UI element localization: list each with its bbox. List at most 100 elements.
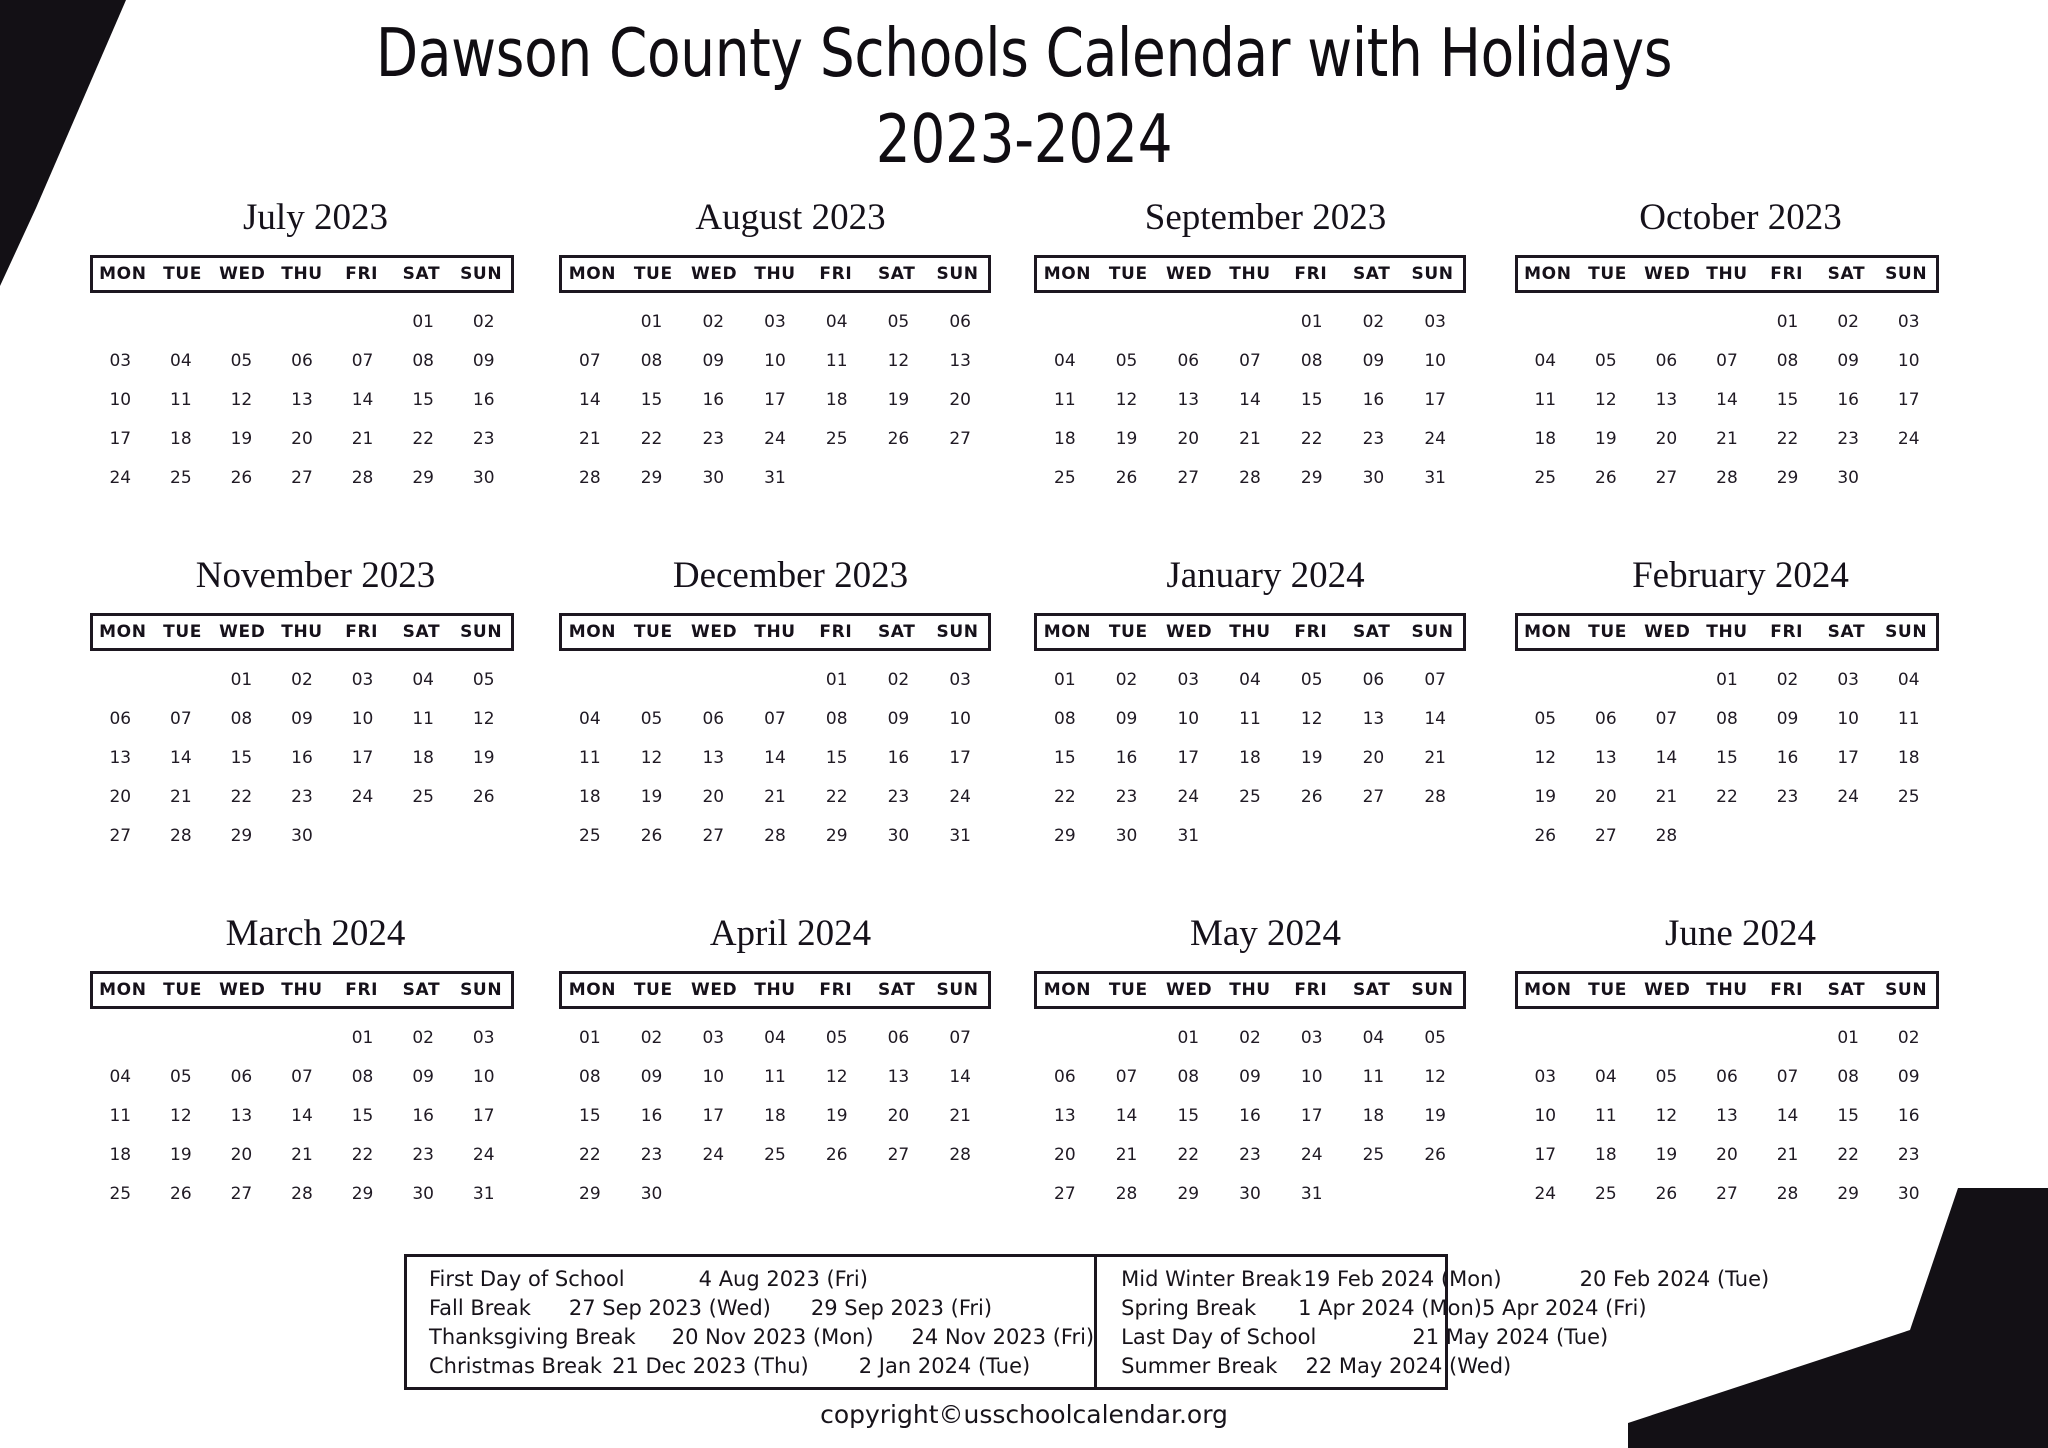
day-cell[interactable]: 08 bbox=[806, 700, 868, 739]
day-cell[interactable]: 08 bbox=[393, 342, 454, 381]
day-cell[interactable]: 27 bbox=[1343, 778, 1405, 817]
day-cell[interactable]: 30 bbox=[1878, 1175, 1939, 1214]
day-cell[interactable]: 19 bbox=[1636, 1136, 1697, 1175]
day-cell[interactable]: 07 bbox=[1697, 342, 1758, 381]
day-cell[interactable]: 20 bbox=[929, 381, 991, 420]
day-cell[interactable]: 09 bbox=[621, 1058, 683, 1097]
day-cell[interactable]: 20 bbox=[1157, 420, 1219, 459]
day-cell[interactable]: 12 bbox=[211, 381, 272, 420]
day-cell[interactable]: 23 bbox=[272, 778, 333, 817]
day-cell[interactable]: 23 bbox=[393, 1136, 454, 1175]
day-cell[interactable]: 27 bbox=[929, 420, 991, 459]
day-cell[interactable]: 18 bbox=[744, 1097, 806, 1136]
day-cell[interactable]: 12 bbox=[1576, 381, 1637, 420]
day-cell[interactable]: 06 bbox=[929, 303, 991, 342]
day-cell[interactable]: 16 bbox=[1219, 1097, 1281, 1136]
day-cell[interactable]: 12 bbox=[868, 342, 930, 381]
day-cell[interactable]: 04 bbox=[151, 342, 212, 381]
day-cell[interactable]: 21 bbox=[1757, 1136, 1818, 1175]
day-cell[interactable]: 12 bbox=[1404, 1058, 1466, 1097]
day-cell[interactable]: 28 bbox=[929, 1136, 991, 1175]
day-cell[interactable]: 18 bbox=[151, 420, 212, 459]
day-cell[interactable]: 29 bbox=[211, 817, 272, 856]
day-cell[interactable]: 09 bbox=[272, 700, 333, 739]
day-cell[interactable]: 12 bbox=[806, 1058, 868, 1097]
day-cell[interactable]: 28 bbox=[272, 1175, 333, 1214]
day-cell[interactable]: 02 bbox=[272, 661, 333, 700]
day-cell[interactable]: 14 bbox=[1697, 381, 1758, 420]
day-cell[interactable]: 17 bbox=[332, 739, 393, 778]
day-cell[interactable]: 10 bbox=[453, 1058, 514, 1097]
day-cell[interactable]: 13 bbox=[1697, 1097, 1758, 1136]
day-cell[interactable]: 10 bbox=[1281, 1058, 1343, 1097]
day-cell[interactable]: 30 bbox=[272, 817, 333, 856]
day-cell[interactable]: 18 bbox=[1878, 739, 1939, 778]
day-cell[interactable]: 28 bbox=[1636, 817, 1697, 856]
day-cell[interactable]: 13 bbox=[1636, 381, 1697, 420]
day-cell[interactable]: 05 bbox=[453, 661, 514, 700]
day-cell[interactable]: 08 bbox=[332, 1058, 393, 1097]
day-cell[interactable]: 07 bbox=[1757, 1058, 1818, 1097]
day-cell[interactable]: 26 bbox=[1096, 459, 1158, 498]
day-cell[interactable]: 15 bbox=[1281, 381, 1343, 420]
day-cell[interactable]: 07 bbox=[272, 1058, 333, 1097]
day-cell[interactable]: 17 bbox=[1157, 739, 1219, 778]
day-cell[interactable]: 31 bbox=[1404, 459, 1466, 498]
day-cell[interactable]: 30 bbox=[453, 459, 514, 498]
day-cell[interactable]: 28 bbox=[332, 459, 393, 498]
day-cell[interactable]: 16 bbox=[682, 381, 744, 420]
day-cell[interactable]: 26 bbox=[1404, 1136, 1466, 1175]
day-cell[interactable]: 08 bbox=[621, 342, 683, 381]
day-cell[interactable]: 01 bbox=[1757, 303, 1818, 342]
day-cell[interactable]: 25 bbox=[806, 420, 868, 459]
day-cell[interactable]: 05 bbox=[151, 1058, 212, 1097]
day-cell[interactable]: 17 bbox=[1515, 1136, 1576, 1175]
day-cell[interactable]: 04 bbox=[1878, 661, 1939, 700]
day-cell[interactable]: 06 bbox=[1636, 342, 1697, 381]
day-cell[interactable]: 04 bbox=[744, 1019, 806, 1058]
day-cell[interactable]: 11 bbox=[1515, 381, 1576, 420]
day-cell[interactable]: 13 bbox=[1576, 739, 1637, 778]
day-cell[interactable]: 09 bbox=[1818, 342, 1879, 381]
day-cell[interactable]: 03 bbox=[1515, 1058, 1576, 1097]
day-cell[interactable]: 17 bbox=[682, 1097, 744, 1136]
day-cell[interactable]: 03 bbox=[929, 661, 991, 700]
day-cell[interactable]: 25 bbox=[1576, 1175, 1637, 1214]
day-cell[interactable]: 22 bbox=[806, 778, 868, 817]
day-cell[interactable]: 09 bbox=[393, 1058, 454, 1097]
day-cell[interactable]: 04 bbox=[806, 303, 868, 342]
day-cell[interactable]: 13 bbox=[1034, 1097, 1096, 1136]
day-cell[interactable]: 05 bbox=[1636, 1058, 1697, 1097]
day-cell[interactable]: 23 bbox=[868, 778, 930, 817]
day-cell[interactable]: 08 bbox=[559, 1058, 621, 1097]
day-cell[interactable]: 14 bbox=[929, 1058, 991, 1097]
day-cell[interactable]: 10 bbox=[332, 700, 393, 739]
day-cell[interactable]: 17 bbox=[90, 420, 151, 459]
day-cell[interactable]: 13 bbox=[90, 739, 151, 778]
day-cell[interactable]: 29 bbox=[1281, 459, 1343, 498]
day-cell[interactable]: 11 bbox=[559, 739, 621, 778]
day-cell[interactable]: 24 bbox=[929, 778, 991, 817]
day-cell[interactable]: 25 bbox=[393, 778, 454, 817]
day-cell[interactable]: 28 bbox=[559, 459, 621, 498]
day-cell[interactable]: 16 bbox=[1757, 739, 1818, 778]
day-cell[interactable]: 16 bbox=[1878, 1097, 1939, 1136]
day-cell[interactable]: 31 bbox=[744, 459, 806, 498]
day-cell[interactable]: 10 bbox=[929, 700, 991, 739]
day-cell[interactable]: 18 bbox=[806, 381, 868, 420]
day-cell[interactable]: 24 bbox=[1515, 1175, 1576, 1214]
day-cell[interactable]: 24 bbox=[453, 1136, 514, 1175]
day-cell[interactable]: 27 bbox=[682, 817, 744, 856]
day-cell[interactable]: 26 bbox=[1636, 1175, 1697, 1214]
day-cell[interactable]: 16 bbox=[1096, 739, 1158, 778]
day-cell[interactable]: 22 bbox=[332, 1136, 393, 1175]
day-cell[interactable]: 14 bbox=[1096, 1097, 1158, 1136]
day-cell[interactable]: 12 bbox=[453, 700, 514, 739]
day-cell[interactable]: 14 bbox=[559, 381, 621, 420]
day-cell[interactable]: 03 bbox=[1404, 303, 1466, 342]
day-cell[interactable]: 18 bbox=[1343, 1097, 1405, 1136]
day-cell[interactable]: 17 bbox=[1878, 381, 1939, 420]
day-cell[interactable]: 16 bbox=[621, 1097, 683, 1136]
day-cell[interactable]: 25 bbox=[1219, 778, 1281, 817]
day-cell[interactable]: 27 bbox=[868, 1136, 930, 1175]
